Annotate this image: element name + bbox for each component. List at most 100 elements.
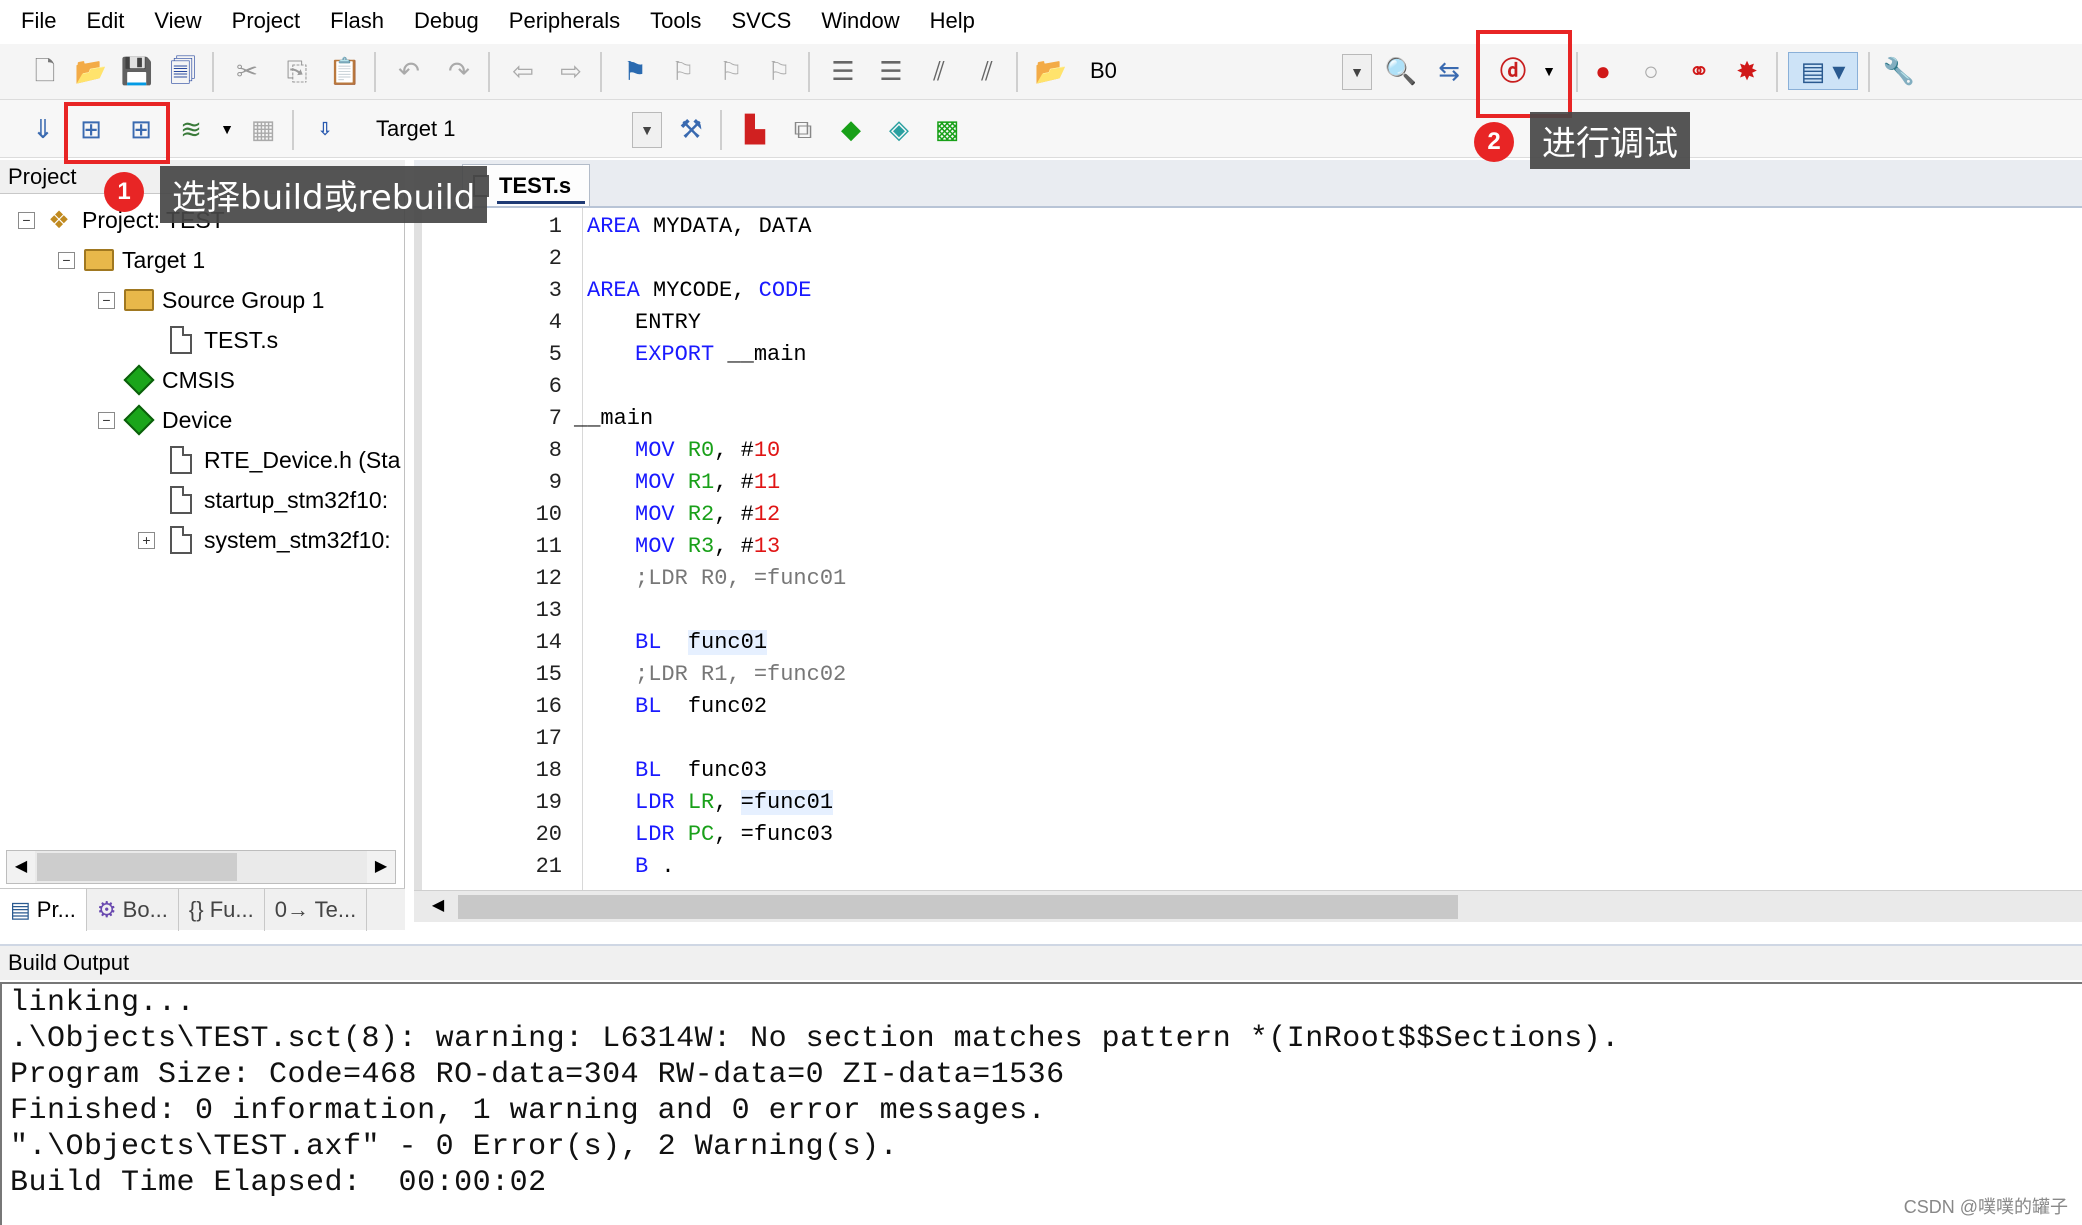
tab-books[interactable]: ⚙ Bo... bbox=[87, 889, 179, 931]
active-tab-underline bbox=[497, 201, 585, 204]
bookmark-icon[interactable]: ⚑ bbox=[616, 52, 654, 90]
tab-label: Bo... bbox=[122, 897, 168, 922]
component-icon bbox=[123, 364, 155, 396]
main-toolbar: 🗋 📂 💾 🗐 ✂ ⎘ 📋 ↶ ↷ ⇦ ⇨ ⚑ ⚐ ⚐ ⚐ ☰ ☰ ⫽ ⫽ 📂 … bbox=[0, 44, 2082, 100]
comment-icon[interactable]: ⫽ bbox=[920, 52, 958, 90]
tree-target[interactable]: Target 1 bbox=[84, 240, 205, 280]
disable-breakpoint-icon[interactable]: ○ bbox=[1632, 52, 1670, 90]
tree-source-group[interactable]: Source Group 1 bbox=[124, 280, 324, 320]
chevron-down-icon[interactable]: ▼ bbox=[208, 110, 246, 148]
code-text: MYDATA, DATA bbox=[639, 214, 812, 239]
save-all-icon[interactable]: 🗐 bbox=[164, 52, 202, 90]
project-horizontal-scrollbar[interactable]: ◀ ▶ bbox=[6, 850, 396, 884]
target-combo-dropdown[interactable]: ▼ bbox=[632, 112, 662, 148]
tab-project[interactable]: ▤ Pr... bbox=[0, 889, 87, 931]
navigate-back-icon[interactable]: ⇦ bbox=[504, 52, 542, 90]
menu-tools[interactable]: Tools bbox=[635, 0, 716, 42]
tree-cmsis[interactable]: CMSIS bbox=[123, 360, 235, 400]
disable-all-breakpoints-icon[interactable]: ⚭ bbox=[1680, 52, 1718, 90]
collapse-toggle[interactable]: − bbox=[98, 292, 115, 309]
component-icon bbox=[123, 404, 155, 436]
tree-file-test-s[interactable]: TEST.s bbox=[166, 320, 278, 360]
find-in-files-icon[interactable]: 📂 bbox=[1032, 52, 1070, 90]
undo-icon[interactable]: ↶ bbox=[390, 52, 428, 90]
new-file-icon[interactable]: 🗋 bbox=[26, 52, 64, 90]
scroll-right-icon[interactable]: ▶ bbox=[367, 851, 395, 883]
menu-project[interactable]: Project bbox=[217, 0, 315, 42]
project-icon: ❖ bbox=[48, 206, 70, 234]
line-number: 14 bbox=[535, 630, 562, 655]
menu-flash[interactable]: Flash bbox=[315, 0, 399, 42]
manage-multi-project-icon[interactable]: ⧉ bbox=[784, 110, 822, 148]
navigate-forward-icon[interactable]: ⇨ bbox=[552, 52, 590, 90]
select-packs-icon[interactable]: ◈ bbox=[880, 110, 918, 148]
menu-edit[interactable]: Edit bbox=[71, 0, 139, 42]
prev-bookmark-icon[interactable]: ⚐ bbox=[664, 52, 702, 90]
tree-file-rte-device[interactable]: RTE_Device.h (Sta bbox=[166, 440, 400, 480]
tab-templates[interactable]: 0→ Te... bbox=[265, 889, 368, 931]
find-combo-dropdown[interactable]: ▼ bbox=[1342, 54, 1372, 90]
code-text: __main bbox=[714, 342, 807, 367]
target-options-icon[interactable]: ⚒ bbox=[672, 110, 710, 148]
menu-window[interactable]: Window bbox=[806, 0, 914, 42]
unindent-icon[interactable]: ☰ bbox=[872, 52, 910, 90]
tree-label: Target 1 bbox=[122, 246, 206, 273]
menu-help[interactable]: Help bbox=[915, 0, 990, 42]
tab-functions[interactable]: {} Fu... bbox=[179, 889, 265, 931]
next-bookmark-icon[interactable]: ⚐ bbox=[712, 52, 750, 90]
code-line: __main bbox=[574, 406, 653, 431]
menu-peripherals[interactable]: Peripherals bbox=[494, 0, 635, 42]
save-icon[interactable]: 💾 bbox=[118, 52, 156, 90]
expand-toggle[interactable]: + bbox=[138, 532, 155, 549]
scrollbar-thumb[interactable] bbox=[37, 853, 237, 881]
configure-icon[interactable]: 🔧 bbox=[1880, 52, 1918, 90]
find-icon[interactable]: 🔍 bbox=[1382, 52, 1420, 90]
kill-breakpoints-icon[interactable]: ✸ bbox=[1728, 52, 1766, 90]
download-load-icon[interactable]: ⇩ bbox=[306, 110, 344, 148]
translate-icon[interactable]: ⇓ bbox=[24, 110, 62, 148]
menu-debug[interactable]: Debug bbox=[399, 0, 494, 42]
uncomment-icon[interactable]: ⫽ bbox=[968, 52, 1006, 90]
tree-device[interactable]: Device bbox=[123, 400, 232, 440]
manage-project-items-icon[interactable]: ▙ bbox=[736, 110, 774, 148]
find-combo[interactable]: B0 bbox=[1082, 54, 1372, 90]
indent-icon[interactable]: ☰ bbox=[824, 52, 862, 90]
build-toolbar: ⇓ ⊞ ⊞ ≋ ▼ ▦ ⇩ Target 1 ▼ ⚒ ▙ ⧉ ◆ ◈ ▩ bbox=[0, 100, 2082, 158]
batch-build-icon[interactable]: ≋ bbox=[172, 110, 210, 148]
copy-icon[interactable]: ⎘ bbox=[278, 52, 316, 90]
editor-tab-label: TEST.s bbox=[499, 172, 572, 198]
manage-rte-icon[interactable]: ◆ bbox=[832, 110, 870, 148]
build-output-window[interactable]: linking... .\Objects\TEST.sct(8): warnin… bbox=[0, 982, 2082, 1225]
open-folder-icon[interactable]: 📂 bbox=[72, 52, 110, 90]
tree-file-system[interactable]: system_stm32f10: bbox=[166, 520, 391, 560]
cut-icon[interactable]: ✂ bbox=[228, 52, 266, 90]
tree-file-startup[interactable]: startup_stm32f10: bbox=[166, 480, 388, 520]
scroll-left-icon[interactable]: ◀ bbox=[424, 891, 452, 921]
line-number: 6 bbox=[548, 374, 562, 399]
output-line: Program Size: Code=468 RO-data=304 RW-da… bbox=[10, 1058, 1065, 1092]
scroll-left-icon[interactable]: ◀ bbox=[7, 851, 35, 883]
collapse-toggle[interactable]: − bbox=[18, 212, 35, 229]
code-line: MOV R0, #10 bbox=[635, 438, 781, 463]
target-combo[interactable]: Target 1 bbox=[368, 112, 664, 148]
scrollbar-thumb[interactable] bbox=[458, 895, 1458, 919]
clear-bookmarks-icon[interactable]: ⚐ bbox=[760, 52, 798, 90]
toolbar-separator bbox=[1776, 52, 1778, 92]
toolbar-separator bbox=[1016, 52, 1018, 92]
incremental-find-icon[interactable]: ⇆ bbox=[1430, 52, 1468, 90]
breakpoint-icon[interactable]: ● bbox=[1584, 52, 1622, 90]
stop-build-icon[interactable]: ▦ bbox=[244, 110, 282, 148]
collapse-toggle[interactable]: − bbox=[58, 252, 75, 269]
menu-view[interactable]: View bbox=[139, 0, 216, 42]
window-layout-icon[interactable]: ▤ ▾ bbox=[1788, 52, 1858, 90]
redo-icon[interactable]: ↷ bbox=[440, 52, 478, 90]
code-line: B . bbox=[635, 854, 675, 879]
books-tab-icon: ⚙ bbox=[96, 897, 117, 922]
code-editor[interactable]: 1 2 3 4 5 6 7 8 9 10 11 12 13 14 15 16 1… bbox=[414, 208, 2082, 890]
paste-icon[interactable]: 📋 bbox=[326, 52, 364, 90]
menu-svcs[interactable]: SVCS bbox=[716, 0, 806, 42]
collapse-toggle[interactable]: − bbox=[98, 412, 115, 429]
pack-installer-icon[interactable]: ▩ bbox=[928, 110, 966, 148]
editor-horizontal-scrollbar[interactable]: ◀ bbox=[414, 890, 2082, 922]
menu-file[interactable]: File bbox=[6, 0, 71, 42]
